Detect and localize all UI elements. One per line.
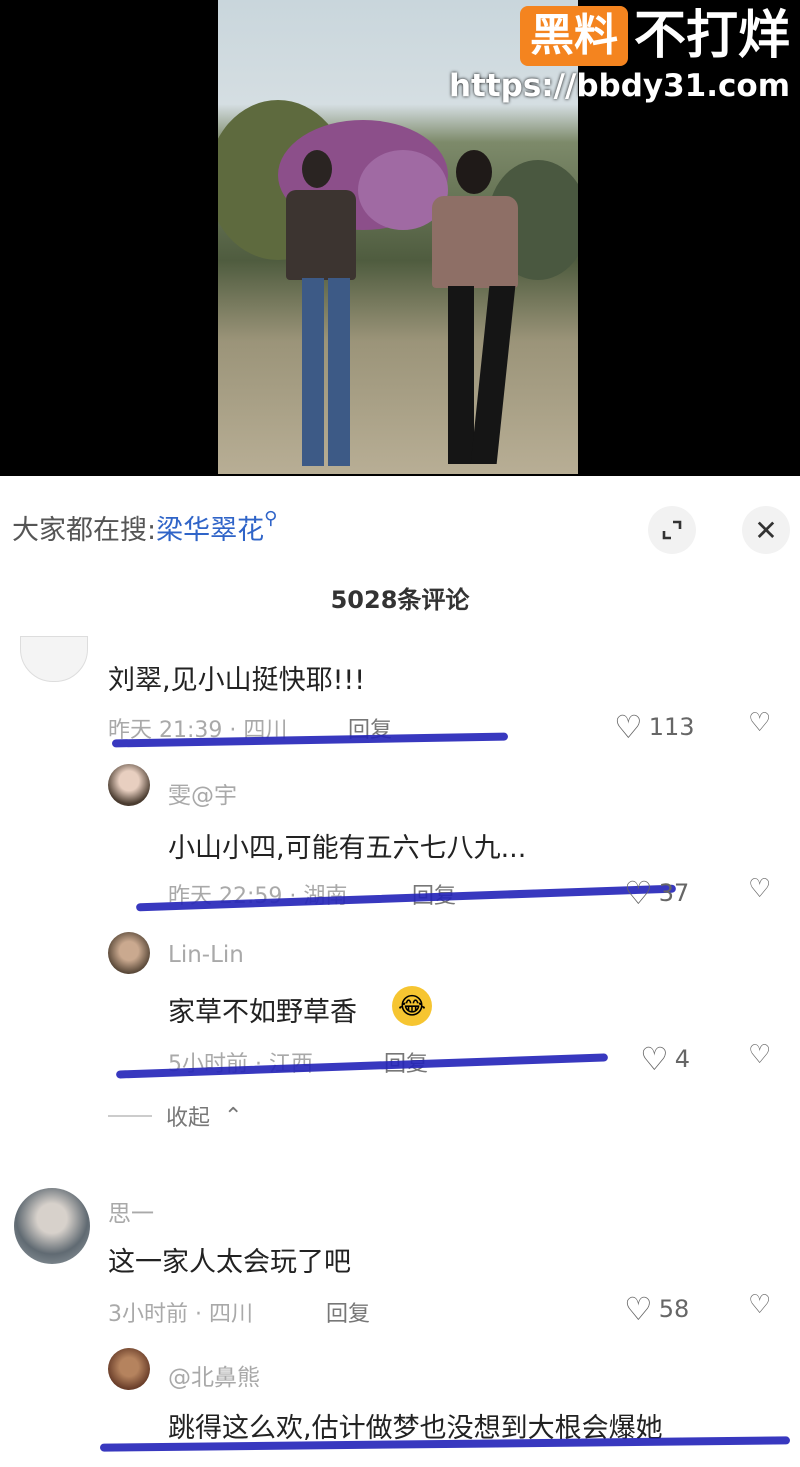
comment-author[interactable]: @北鼻熊 xyxy=(168,1358,260,1392)
dislike-button[interactable]: ♡ xyxy=(748,1290,771,1320)
watermark-badge: 黑料 xyxy=(519,6,628,66)
dislike-button[interactable]: ♡ xyxy=(748,708,771,738)
like-button[interactable]: ♡ 4 xyxy=(640,1040,690,1078)
expand-icon xyxy=(662,520,682,540)
comment-author[interactable]: Lin-Lin xyxy=(168,942,244,968)
watermark: 黑料 不打烊 https://bbdy31.com xyxy=(449,6,790,104)
avatar[interactable] xyxy=(108,764,150,806)
laughing-emoji-icon: 😂 xyxy=(392,986,432,1026)
chevron-up-icon: ⌃ xyxy=(224,1103,243,1129)
like-count: 4 xyxy=(674,1045,690,1073)
heart-icon: ♡ xyxy=(640,1040,669,1078)
broken-heart-icon: ♡ xyxy=(748,1290,772,1320)
like-button[interactable]: ♡ 58 xyxy=(624,1290,689,1328)
heart-icon: ♡ xyxy=(624,874,653,912)
comment-text: 小山小四,可能有五六七八九... xyxy=(168,833,527,864)
close-button[interactable]: ✕ xyxy=(742,506,790,554)
comment-text: 家草不如野草香 xyxy=(168,997,357,1028)
comment-author[interactable]: 雯@宇 xyxy=(168,776,237,810)
like-count: 113 xyxy=(648,713,695,741)
comment-author[interactable]: 思一 xyxy=(108,1194,154,1228)
like-button[interactable]: ♡ 113 xyxy=(614,708,695,746)
comment-count: 5028条评论 xyxy=(330,586,470,614)
avatar[interactable] xyxy=(14,1188,90,1264)
video-player[interactable]: 黑料 不打烊 https://bbdy31.com xyxy=(0,0,800,476)
divider xyxy=(108,1115,152,1117)
broken-heart-icon: ♡ xyxy=(748,874,772,904)
comment-text: 这一家人太会玩了吧 xyxy=(108,1247,351,1278)
dislike-button[interactable]: ♡ xyxy=(748,1040,771,1070)
heart-icon: ♡ xyxy=(614,708,643,746)
dislike-button[interactable]: ♡ xyxy=(748,874,771,904)
avatar[interactable] xyxy=(108,932,150,974)
search-suggestion-bar: 大家都在搜:梁华翠花⚲ ✕ xyxy=(0,478,800,574)
search-suggestion[interactable]: 大家都在搜:梁华翠花⚲ xyxy=(12,508,277,547)
broken-heart-icon: ♡ xyxy=(748,708,772,738)
expand-button[interactable] xyxy=(648,506,696,554)
search-term[interactable]: 梁华翠花 xyxy=(156,515,264,546)
search-label: 大家都在搜: xyxy=(12,515,157,546)
watermark-text: 不打烊 xyxy=(633,6,790,66)
broken-heart-icon: ♡ xyxy=(748,1040,772,1070)
avatar[interactable] xyxy=(20,636,88,682)
collapse-replies-button[interactable]: 收起 ⌃ xyxy=(108,1100,242,1132)
like-button[interactable]: ♡ 37 xyxy=(624,874,689,912)
search-icon: ⚲ xyxy=(264,508,278,529)
watermark-url: https://bbdy31.com xyxy=(448,68,790,104)
collapse-label: 收起 xyxy=(166,1106,211,1131)
comment-meta: 3小时前 · 四川 xyxy=(108,1302,253,1327)
reply-button[interactable]: 回复 xyxy=(326,1296,370,1328)
comment-text: 刘翠,见小山挺快耶!!! xyxy=(108,665,366,696)
like-count: 37 xyxy=(658,879,690,907)
heart-icon: ♡ xyxy=(624,1290,653,1328)
avatar[interactable] xyxy=(108,1348,150,1390)
close-icon: ✕ xyxy=(754,513,778,547)
like-count: 58 xyxy=(658,1295,690,1323)
